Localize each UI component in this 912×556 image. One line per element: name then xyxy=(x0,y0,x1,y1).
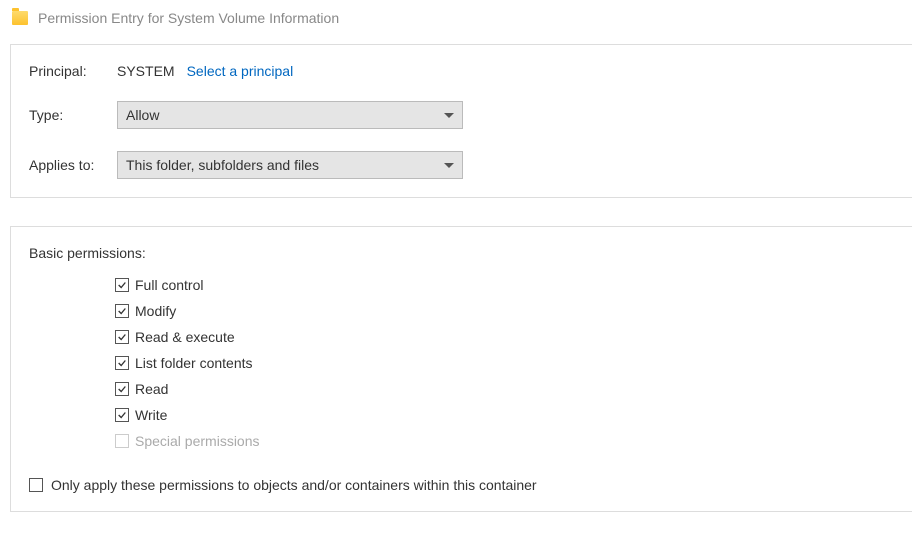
permission-label: List folder contents xyxy=(135,355,253,371)
permission-checkbox[interactable] xyxy=(115,382,129,396)
permission-checkbox[interactable] xyxy=(115,408,129,422)
permission-item: Full control xyxy=(115,277,894,293)
permission-label: Special permissions xyxy=(135,433,260,449)
permission-item: List folder contents xyxy=(115,355,894,371)
apply-only-row: Only apply these permissions to objects … xyxy=(29,477,894,493)
apply-only-label: Only apply these permissions to objects … xyxy=(51,477,537,493)
permissions-list: Full control Modify Read & execute List fol… xyxy=(29,277,894,449)
permission-item: Read & execute xyxy=(115,329,894,345)
applies-to-label: Applies to: xyxy=(29,157,117,173)
permission-checkbox[interactable] xyxy=(115,278,129,292)
applies-to-select[interactable]: This folder, subfolders and files xyxy=(117,151,463,179)
applies-to-select-text: This folder, subfolders and files xyxy=(126,157,319,173)
title-bar: Permission Entry for System Volume Infor… xyxy=(0,0,912,44)
folder-icon xyxy=(12,11,28,25)
chevron-down-icon xyxy=(444,113,454,118)
permission-checkbox xyxy=(115,434,129,448)
permission-item: Read xyxy=(115,381,894,397)
permission-label: Read xyxy=(135,381,168,397)
window-title: Permission Entry for System Volume Infor… xyxy=(38,10,339,26)
permission-label: Read & execute xyxy=(135,329,235,345)
principal-panel: Principal: SYSTEM Select a principal Typ… xyxy=(10,44,912,198)
principal-label: Principal: xyxy=(29,63,117,79)
principal-value: SYSTEM xyxy=(117,63,175,79)
permission-label: Full control xyxy=(135,277,203,293)
type-select-text: Allow xyxy=(126,107,159,123)
permission-label: Modify xyxy=(135,303,176,319)
permission-checkbox[interactable] xyxy=(115,330,129,344)
apply-only-checkbox[interactable] xyxy=(29,478,43,492)
type-label: Type: xyxy=(29,107,117,123)
permission-checkbox[interactable] xyxy=(115,304,129,318)
type-row: Type: Allow xyxy=(29,101,894,129)
principal-row: Principal: SYSTEM Select a principal xyxy=(29,63,894,79)
type-select[interactable]: Allow xyxy=(117,101,463,129)
permission-item: Modify xyxy=(115,303,894,319)
basic-permissions-heading: Basic permissions: xyxy=(29,245,894,261)
chevron-down-icon xyxy=(444,163,454,168)
select-principal-link[interactable]: Select a principal xyxy=(187,63,294,79)
permission-checkbox[interactable] xyxy=(115,356,129,370)
applies-to-row: Applies to: This folder, subfolders and … xyxy=(29,151,894,179)
permission-item: Special permissions xyxy=(115,433,894,449)
permissions-panel: Basic permissions: Full control Modify Rea… xyxy=(10,226,912,512)
permission-item: Write xyxy=(115,407,894,423)
permission-label: Write xyxy=(135,407,167,423)
